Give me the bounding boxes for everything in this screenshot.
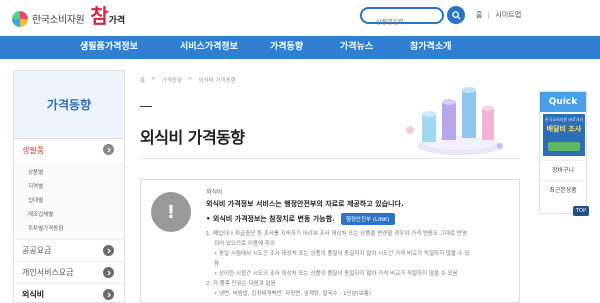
logo-brand-main: 참: [90, 4, 109, 28]
breadcrumb-current: 외식비 가격동향: [198, 78, 236, 84]
breadcrumb-section[interactable]: 가격동향: [162, 76, 182, 84]
quick-panel: Quick 한국소비자원 바로가기 배달비 조사 장바구니 최근본상품: [539, 91, 587, 214]
site-logo[interactable]: 한국소비자원 참가격: [12, 6, 125, 31]
sidebar-subitem-weekly-trends[interactable]: 주차별가격동향: [14, 221, 124, 235]
note-line: • 동일 시점에서 시도간 조사 대상처 또는 상품의 품질이 동일하지 않아 …: [214, 251, 470, 257]
page-title: 외식비 가격동향: [140, 128, 245, 147]
breadcrumb-separator: >: [187, 76, 193, 82]
sidebar-item-personal-services[interactable]: 개인서비스요금: [14, 261, 124, 283]
nav-item-price-trends[interactable]: 가격동향: [270, 36, 303, 59]
breadcrumb-home[interactable]: 홈: [140, 76, 145, 84]
search-button[interactable]: [447, 6, 465, 24]
sidebar-subitem-by-region[interactable]: 지역별: [14, 179, 124, 193]
chevron-right-icon: [103, 245, 114, 256]
note-line: 음: [214, 261, 220, 267]
info-category: 외식비: [206, 189, 223, 196]
sidebar-item-daily-goods[interactable]: 생필품: [14, 139, 124, 161]
note-line: 되어 있으므로 이용에 주의: [214, 241, 275, 247]
banner-title: 배달비 조사: [546, 125, 582, 133]
recent-items-link[interactable]: 최근본상품: [540, 180, 586, 200]
delivery-fee-banner[interactable]: 한국소비자원 바로가기 배달비 조사: [543, 114, 585, 156]
sidebar-item-dining-out[interactable]: 외식비: [14, 283, 124, 303]
info-source-text: 외식비 가격정보 서비스는 행정안전부의 자료로 제공하고 있습니다.: [206, 200, 404, 208]
main-nav: 생필품가격정보 서비스가격정보 가격동향 가격뉴스 참가격소개: [0, 36, 600, 59]
search-input[interactable]: [362, 16, 442, 29]
sidebar-subitem-by-manufacturer[interactable]: 제조업체별: [14, 207, 124, 221]
link-divider: [488, 11, 490, 19]
note-line: • 냉면, 비빔밥, 김치찌개백반, 자장면, 삼계탕, 칼국수 : 1인분(보…: [214, 291, 372, 297]
logo-brand: 참가격: [90, 6, 125, 31]
info-note-text: • 외식비 가격정보는 참정치로 변동 가능함.: [206, 215, 335, 223]
sidebar-title: 가격동향: [46, 98, 92, 112]
sidebar-item-label: 공공요금: [22, 246, 52, 255]
sidebar-header: 가격동향: [14, 71, 124, 139]
sidebar: 가격동향 생필품 상품별 지역별 업태별 제조업체별 주차별가격동향 공공요금 …: [13, 70, 125, 303]
nav-item-about[interactable]: 참가격소개: [410, 36, 451, 59]
logo-icon: [12, 10, 28, 27]
chevron-right-icon: [103, 144, 114, 155]
breadcrumb-separator: >: [151, 76, 156, 82]
logo-brand-small: 가격: [108, 16, 126, 26]
exclamation-icon: !: [151, 192, 191, 232]
sidebar-submenu: 상품별 지역별 업태별 제조업체별 주차별가격동향: [14, 161, 124, 239]
sidebar-item-label: 외식비: [22, 290, 45, 299]
info-note-row: • 외식비 가격정보는 참정치로 변동 가능함. 행정안전부 (LINK): [206, 213, 395, 225]
chevron-right-icon: [103, 267, 114, 278]
nav-item-daily-goods[interactable]: 생필품가격정보: [80, 36, 138, 59]
mois-link-button[interactable]: 행정안전부 (LINK): [340, 213, 395, 225]
logo-text: 한국소비자원: [32, 15, 85, 26]
back-to-top-button[interactable]: TOP: [573, 206, 589, 216]
delivery-scooter-icon: [548, 142, 580, 151]
note-line: 1. 폐업이나 취급중단 등 조사를 지속하기 어려워 조사 대상처 또는 상품…: [206, 231, 467, 237]
banner-subtitle: 한국소비자원 바로가기: [544, 117, 584, 122]
title-accent-line: [140, 106, 152, 107]
breadcrumb: 홈 > 가격동향 > 외식비 가격동향: [140, 76, 236, 84]
nav-item-service-prices[interactable]: 서비스가격정보: [180, 36, 238, 59]
search-box: [360, 7, 444, 29]
note-line: • 상이한 시점간 시도의 조사 대상처 또는 상품의 품질이 동일하지 않아 …: [214, 271, 458, 277]
top-links: 홈 사이트맵: [476, 10, 521, 20]
nav-item-price-news[interactable]: 가격뉴스: [340, 36, 373, 59]
sidebar-item-public-utilities[interactable]: 공공요금: [14, 239, 124, 261]
sidebar-item-label: 생필품: [22, 145, 45, 155]
info-box: ! 외식비 외식비 가격정보 서비스는 행정안전부의 자료로 제공하고 있습니다…: [140, 179, 520, 303]
search-icon: [451, 10, 461, 20]
sidebar-subitem-by-store-type[interactable]: 업태별: [14, 193, 124, 207]
quick-title: Quick: [540, 92, 586, 112]
chevron-right-icon: [103, 289, 114, 300]
info-notes: 1. 폐업이나 취급중단 등 조사를 지속하기 어려워 조사 대상처 또는 상품…: [206, 230, 516, 300]
price-chart-illustration: [406, 87, 503, 155]
sidebar-item-label: 개인서비스요금: [22, 268, 74, 277]
cart-link[interactable]: 장바구니: [540, 160, 586, 180]
note-line: 2. 각 품목 단위는 다음과 같음: [206, 281, 276, 287]
sitemap-link[interactable]: 사이트맵: [495, 10, 521, 20]
header: 한국소비자원 참가격 홈 사이트맵: [0, 0, 600, 36]
sidebar-subitem-by-product[interactable]: 상품별: [14, 165, 124, 179]
home-link[interactable]: 홈: [476, 10, 482, 20]
